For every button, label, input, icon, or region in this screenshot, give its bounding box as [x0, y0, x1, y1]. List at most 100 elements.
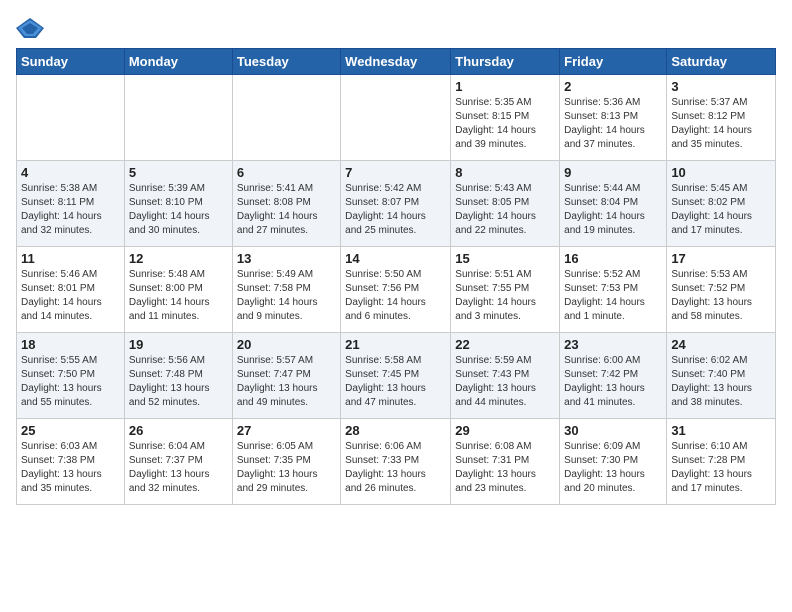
day-number: 21	[345, 337, 446, 352]
day-info: Sunrise: 5:55 AM Sunset: 7:50 PM Dayligh…	[21, 354, 120, 410]
day-number: 27	[237, 423, 336, 438]
day-number: 26	[129, 423, 228, 438]
day-info: Sunrise: 5:35 AM Sunset: 8:15 PM Dayligh…	[455, 96, 555, 152]
calendar-cell: 9 Sunrise: 5:44 AM Sunset: 8:04 PM Daylig…	[560, 161, 667, 247]
calendar-cell: 31 Sunrise: 6:10 AM Sunset: 7:28 PM Dayli…	[667, 419, 776, 505]
calendar-cell: 10 Sunrise: 5:45 AM Sunset: 8:02 PM Dayli…	[667, 161, 776, 247]
day-info: Sunrise: 5:52 AM Sunset: 7:53 PM Dayligh…	[564, 268, 662, 324]
day-number: 2	[564, 79, 662, 94]
calendar-cell: 20Sunrise: 5:57 AM Sunset: 7:47 PM Dayli…	[232, 333, 340, 419]
day-info: Sunrise: 5:51 AM Sunset: 7:55 PM Dayligh…	[455, 268, 555, 324]
calendar-body: 1 Sunrise: 5:35 AM Sunset: 8:15 PM Daylig…	[17, 75, 776, 505]
day-number: 5	[129, 165, 228, 180]
day-info: Sunrise: 5:42 AM Sunset: 8:07 PM Dayligh…	[345, 182, 446, 238]
day-number: 10	[671, 165, 771, 180]
day-info: Sunrise: 5:50 AM Sunset: 7:56 PM Dayligh…	[345, 268, 446, 324]
calendar-cell: 22 Sunrise: 5:59 AM Sunset: 7:43 PM Dayli…	[451, 333, 560, 419]
day-number: 20	[237, 337, 336, 352]
day-info: Sunrise: 6:08 AM Sunset: 7:31 PM Dayligh…	[455, 440, 555, 496]
calendar-cell: 18 Sunrise: 5:55 AM Sunset: 7:50 PM Dayli…	[17, 333, 125, 419]
day-info: Sunrise: 6:09 AM Sunset: 7:30 PM Dayligh…	[564, 440, 662, 496]
day-number: 7	[345, 165, 446, 180]
calendar-cell: 21 Sunrise: 5:58 AM Sunset: 7:45 PM Dayli…	[341, 333, 451, 419]
weekday-header-saturday: Saturday	[667, 49, 776, 75]
calendar-cell: 4 Sunrise: 5:38 AM Sunset: 8:11 PM Daylig…	[17, 161, 125, 247]
calendar-cell: 19 Sunrise: 5:56 AM Sunset: 7:48 PM Dayli…	[124, 333, 232, 419]
day-info: Sunrise: 5:39 AM Sunset: 8:10 PM Dayligh…	[129, 182, 228, 238]
calendar-cell: 12 Sunrise: 5:48 AM Sunset: 8:00 PM Dayli…	[124, 247, 232, 333]
calendar-table: SundayMondayTuesdayWednesdayThursdayFrid…	[16, 48, 776, 505]
weekday-header-friday: Friday	[560, 49, 667, 75]
day-info: Sunrise: 5:48 AM Sunset: 8:00 PM Dayligh…	[129, 268, 228, 324]
day-info: Sunrise: 5:36 AM Sunset: 8:13 PM Dayligh…	[564, 96, 662, 152]
day-number: 9	[564, 165, 662, 180]
day-number: 4	[21, 165, 120, 180]
calendar-cell: 25 Sunrise: 6:03 AM Sunset: 7:38 PM Dayli…	[17, 419, 125, 505]
calendar-cell: 27 Sunrise: 6:05 AM Sunset: 7:35 PM Dayli…	[232, 419, 340, 505]
day-info: Sunrise: 5:44 AM Sunset: 8:04 PM Dayligh…	[564, 182, 662, 238]
day-number: 24	[671, 337, 771, 352]
day-number: 22	[455, 337, 555, 352]
day-info: Sunrise: 5:49 AM Sunset: 7:58 PM Dayligh…	[237, 268, 336, 324]
calendar-cell: 26 Sunrise: 6:04 AM Sunset: 7:37 PM Dayli…	[124, 419, 232, 505]
day-info: Sunrise: 6:02 AM Sunset: 7:40 PM Dayligh…	[671, 354, 771, 410]
calendar-week-row: 25 Sunrise: 6:03 AM Sunset: 7:38 PM Dayli…	[17, 419, 776, 505]
day-number: 12	[129, 251, 228, 266]
calendar-cell: 24 Sunrise: 6:02 AM Sunset: 7:40 PM Dayli…	[667, 333, 776, 419]
day-info: Sunrise: 6:03 AM Sunset: 7:38 PM Dayligh…	[21, 440, 120, 496]
calendar-cell: 23Sunrise: 6:00 AM Sunset: 7:42 PM Dayli…	[560, 333, 667, 419]
calendar-cell	[124, 75, 232, 161]
day-number: 18	[21, 337, 120, 352]
weekday-header-tuesday: Tuesday	[232, 49, 340, 75]
calendar-cell: 3Sunrise: 5:37 AM Sunset: 8:12 PM Daylig…	[667, 75, 776, 161]
calendar-cell: 5 Sunrise: 5:39 AM Sunset: 8:10 PM Daylig…	[124, 161, 232, 247]
calendar-cell: 13 Sunrise: 5:49 AM Sunset: 7:58 PM Dayli…	[232, 247, 340, 333]
calendar-week-row: 11Sunrise: 5:46 AM Sunset: 8:01 PM Dayli…	[17, 247, 776, 333]
weekday-header-thursday: Thursday	[451, 49, 560, 75]
calendar-week-row: 4 Sunrise: 5:38 AM Sunset: 8:11 PM Daylig…	[17, 161, 776, 247]
day-info: Sunrise: 6:04 AM Sunset: 7:37 PM Dayligh…	[129, 440, 228, 496]
calendar-cell: 14 Sunrise: 5:50 AM Sunset: 7:56 PM Dayli…	[341, 247, 451, 333]
day-info: Sunrise: 5:59 AM Sunset: 7:43 PM Dayligh…	[455, 354, 555, 410]
day-info: Sunrise: 5:56 AM Sunset: 7:48 PM Dayligh…	[129, 354, 228, 410]
calendar-cell: 17 Sunrise: 5:53 AM Sunset: 7:52 PM Dayli…	[667, 247, 776, 333]
day-number: 15	[455, 251, 555, 266]
weekday-header-row: SundayMondayTuesdayWednesdayThursdayFrid…	[17, 49, 776, 75]
day-info: Sunrise: 6:10 AM Sunset: 7:28 PM Dayligh…	[671, 440, 771, 496]
day-number: 6	[237, 165, 336, 180]
calendar-cell: 2 Sunrise: 5:36 AM Sunset: 8:13 PM Daylig…	[560, 75, 667, 161]
day-number: 25	[21, 423, 120, 438]
weekday-header-sunday: Sunday	[17, 49, 125, 75]
calendar-cell: 16 Sunrise: 5:52 AM Sunset: 7:53 PM Dayli…	[560, 247, 667, 333]
calendar-cell: 1 Sunrise: 5:35 AM Sunset: 8:15 PM Daylig…	[451, 75, 560, 161]
day-info: Sunrise: 5:45 AM Sunset: 8:02 PM Dayligh…	[671, 182, 771, 238]
day-info: Sunrise: 5:38 AM Sunset: 8:11 PM Dayligh…	[21, 182, 120, 238]
day-number: 16	[564, 251, 662, 266]
day-info: Sunrise: 5:41 AM Sunset: 8:08 PM Dayligh…	[237, 182, 336, 238]
calendar-cell: 11Sunrise: 5:46 AM Sunset: 8:01 PM Dayli…	[17, 247, 125, 333]
calendar-cell: 15 Sunrise: 5:51 AM Sunset: 7:55 PM Dayli…	[451, 247, 560, 333]
day-number: 28	[345, 423, 446, 438]
calendar-cell: 8Sunrise: 5:43 AM Sunset: 8:05 PM Daylig…	[451, 161, 560, 247]
day-info: Sunrise: 5:53 AM Sunset: 7:52 PM Dayligh…	[671, 268, 771, 324]
day-info: Sunrise: 6:06 AM Sunset: 7:33 PM Dayligh…	[345, 440, 446, 496]
calendar-cell	[232, 75, 340, 161]
day-info: Sunrise: 5:58 AM Sunset: 7:45 PM Dayligh…	[345, 354, 446, 410]
logo	[16, 16, 48, 40]
day-number: 31	[671, 423, 771, 438]
day-number: 13	[237, 251, 336, 266]
day-number: 8	[455, 165, 555, 180]
calendar-cell	[17, 75, 125, 161]
day-number: 3	[671, 79, 771, 94]
day-number: 14	[345, 251, 446, 266]
page-header	[16, 16, 776, 40]
day-number: 17	[671, 251, 771, 266]
day-number: 1	[455, 79, 555, 94]
day-number: 19	[129, 337, 228, 352]
day-number: 23	[564, 337, 662, 352]
day-number: 30	[564, 423, 662, 438]
calendar-cell	[341, 75, 451, 161]
calendar-cell: 6 Sunrise: 5:41 AM Sunset: 8:08 PM Daylig…	[232, 161, 340, 247]
day-info: Sunrise: 6:05 AM Sunset: 7:35 PM Dayligh…	[237, 440, 336, 496]
calendar-cell: 29Sunrise: 6:08 AM Sunset: 7:31 PM Dayli…	[451, 419, 560, 505]
